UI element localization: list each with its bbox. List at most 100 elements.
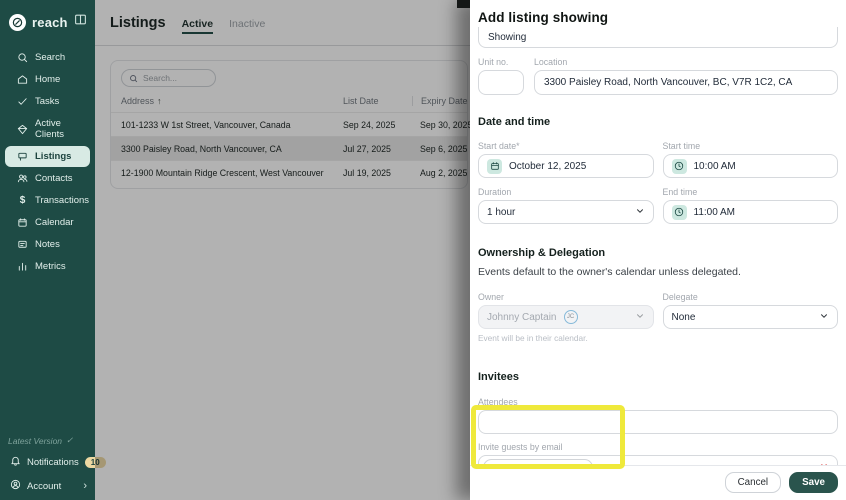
start-time-field-group: Start time 10:00 AM xyxy=(663,141,839,178)
attendees-field-group: Attendees xyxy=(478,397,838,434)
start-date-field-group: Start date* October 12, 2025 xyxy=(478,141,654,178)
account-label: Account xyxy=(27,481,61,492)
sidebar-item-label: Calendar xyxy=(35,217,74,228)
date-time-heading: Date and time xyxy=(478,116,838,128)
duration-label: Duration xyxy=(478,187,654,197)
sidebar-item-label: Active Clients xyxy=(35,118,84,140)
brand-row: reach xyxy=(0,0,95,41)
add-listing-showing-drawer: Add listing showing Unit no. Location Da… xyxy=(470,0,846,500)
diamond-icon xyxy=(17,124,28,135)
sidebar-item-listings[interactable]: Listings xyxy=(5,146,90,167)
sidebar: reach Search Home Tasks Active Clients xyxy=(0,0,95,500)
start-time-value: 10:00 AM xyxy=(694,161,736,172)
sidebar-item-tasks[interactable]: Tasks xyxy=(5,91,90,112)
check-icon xyxy=(17,96,28,107)
notifications-label: Notifications xyxy=(27,457,79,468)
start-time-label: Start time xyxy=(663,141,839,151)
drawer-edge-shadow xyxy=(457,0,470,8)
version-check-icon: ✓ xyxy=(66,435,73,446)
sidebar-footer: Latest Version ✓ Notifications 10 Accoun… xyxy=(0,431,95,498)
search-icon xyxy=(17,52,28,63)
chevron-down-icon xyxy=(635,311,645,324)
people-icon xyxy=(17,173,28,184)
chevron-right-icon: › xyxy=(83,480,87,492)
version-text: Latest Version xyxy=(8,436,62,446)
invite-guests-label: Invite guests by email xyxy=(478,442,838,452)
collapse-sidebar-icon[interactable] xyxy=(74,13,87,31)
app-window: reach Search Home Tasks Active Clients xyxy=(0,0,846,500)
start-time-input[interactable]: 10:00 AM xyxy=(663,154,839,178)
drawer-title: Add listing showing xyxy=(478,10,838,25)
drawer-footer: Cancel Save xyxy=(470,465,846,500)
sidebar-item-label: Contacts xyxy=(35,173,73,184)
owner-avatar: JC xyxy=(564,310,578,324)
location-input[interactable] xyxy=(534,70,838,95)
sidebar-item-label: Transactions xyxy=(35,195,89,206)
unit-no-field-group: Unit no. xyxy=(478,57,524,95)
duration-value: 1 hour xyxy=(487,207,515,218)
save-button[interactable]: Save xyxy=(789,472,838,493)
sidebar-item-calendar[interactable]: Calendar xyxy=(5,212,90,233)
cancel-button[interactable]: Cancel xyxy=(725,472,782,493)
unit-no-label: Unit no. xyxy=(478,57,524,67)
owner-select: Johnny Captain JC xyxy=(478,305,654,329)
notifications-item[interactable]: Notifications 10 xyxy=(0,450,95,474)
calendar-icon xyxy=(17,217,28,228)
location-field-group: Location xyxy=(534,57,838,95)
sidebar-item-label: Metrics xyxy=(35,261,66,272)
sidebar-item-label: Notes xyxy=(35,239,60,250)
sidebar-item-contacts[interactable]: Contacts xyxy=(5,168,90,189)
owner-helper-text: Event will be in their calendar. xyxy=(478,333,654,343)
brand-name: reach xyxy=(32,15,68,30)
end-time-input[interactable]: 11:00 AM xyxy=(663,200,839,224)
account-icon xyxy=(10,479,21,493)
invitees-heading: Invitees xyxy=(478,371,838,383)
bell-icon xyxy=(10,455,21,469)
clock-icon xyxy=(672,159,687,174)
end-time-field-group: End time 11:00 AM xyxy=(663,187,839,224)
clock-icon xyxy=(672,205,687,220)
note-icon xyxy=(17,239,28,250)
version-label: Latest Version ✓ xyxy=(0,431,95,450)
sidebar-item-label: Listings xyxy=(35,151,71,162)
modal-overlay[interactable] xyxy=(95,0,470,500)
calendar-icon xyxy=(487,159,502,174)
end-time-label: End time xyxy=(663,187,839,197)
chevron-down-icon xyxy=(635,206,645,219)
duration-select[interactable]: 1 hour xyxy=(478,200,654,224)
sidebar-item-transactions[interactable]: $ Transactions xyxy=(5,190,90,211)
delegate-value: None xyxy=(672,312,696,323)
ownership-description: Events default to the owner's calendar u… xyxy=(478,266,838,278)
start-date-input[interactable]: October 12, 2025 xyxy=(478,154,654,178)
sign-icon xyxy=(17,151,28,162)
sidebar-item-active-clients[interactable]: Active Clients xyxy=(5,113,90,145)
sidebar-item-label: Home xyxy=(35,74,60,85)
sidebar-item-search[interactable]: Search xyxy=(5,47,90,68)
unit-no-input[interactable] xyxy=(478,70,524,95)
owner-field-group: Owner Johnny Captain JC Event will be in… xyxy=(478,292,654,343)
sidebar-item-metrics[interactable]: Metrics xyxy=(5,256,90,277)
sidebar-item-notes[interactable]: Notes xyxy=(5,234,90,255)
showing-type-input[interactable] xyxy=(478,27,838,48)
reach-logo-icon xyxy=(9,14,26,31)
start-date-value: October 12, 2025 xyxy=(509,161,586,172)
home-icon xyxy=(17,74,28,85)
owner-value: Johnny Captain xyxy=(487,312,557,323)
delegate-field-group: Delegate None xyxy=(663,292,839,343)
sidebar-item-home[interactable]: Home xyxy=(5,69,90,90)
account-item[interactable]: Account › xyxy=(0,474,95,498)
end-time-value: 11:00 AM xyxy=(694,207,736,218)
sidebar-item-label: Tasks xyxy=(35,96,59,107)
chevron-down-icon xyxy=(819,311,829,324)
owner-label: Owner xyxy=(478,292,654,302)
attendees-input[interactable] xyxy=(478,410,838,434)
sidebar-nav: Search Home Tasks Active Clients Listing… xyxy=(0,47,95,277)
bar-chart-icon xyxy=(17,261,28,272)
delegate-label: Delegate xyxy=(663,292,839,302)
delegate-select[interactable]: None xyxy=(663,305,839,329)
attendees-label: Attendees xyxy=(478,397,838,407)
dollar-icon: $ xyxy=(17,195,28,206)
sidebar-item-label: Search xyxy=(35,52,65,63)
duration-field-group: Duration 1 hour xyxy=(478,187,654,224)
location-label: Location xyxy=(534,57,838,67)
